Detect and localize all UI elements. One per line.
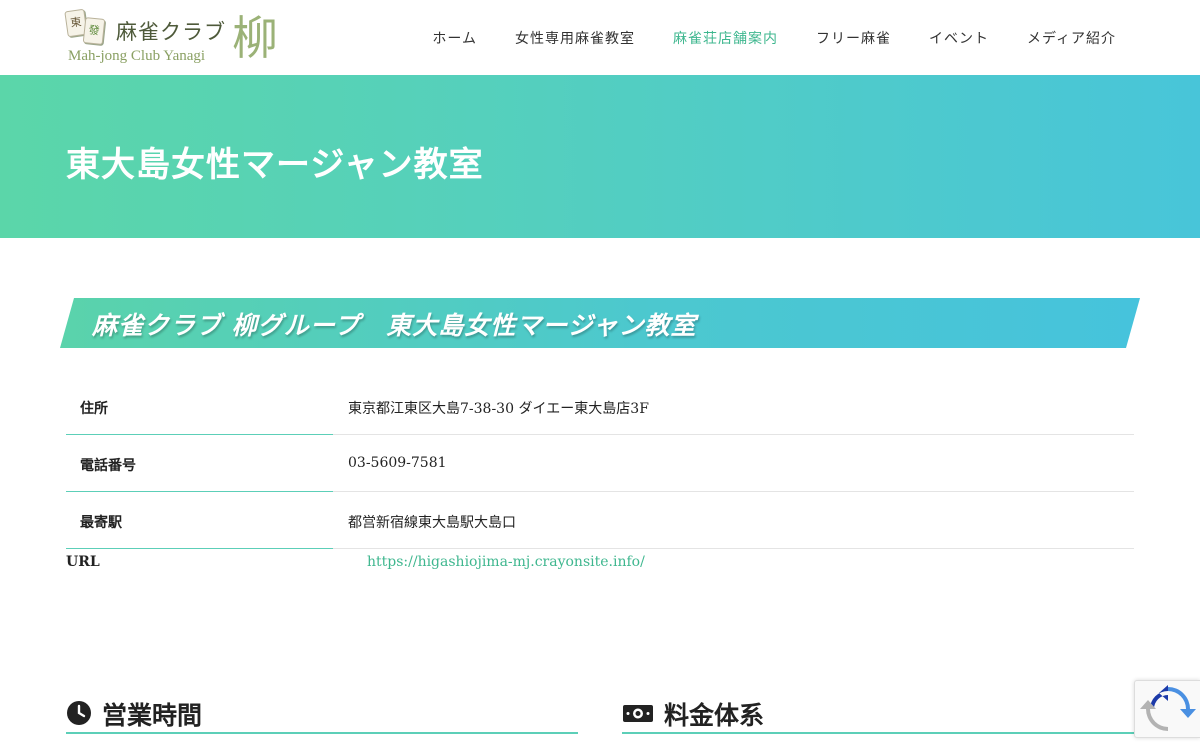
table-row-phone: 電話番号 03-5609-7581: [66, 435, 1134, 492]
main-nav: ホーム 女性専用麻雀教室 麻雀荘店舗案内 フリー麻雀 イベント メディア紹介: [432, 28, 1116, 48]
section-hours: 営業時間: [66, 694, 578, 734]
row-label-cell: 最寄駅: [66, 492, 333, 549]
section-pricing: 料金体系: [622, 694, 1134, 734]
row-value-cell: 都営新宿線東大島駅大島口: [333, 492, 1134, 549]
store-info-table: 住所 東京都江東区大島7-38-30 ダイエー東大島店3F 電話番号 03-56…: [66, 378, 1134, 579]
url-label: URL: [66, 554, 100, 570]
clock-icon: [67, 701, 91, 725]
store-name-banner: 麻雀クラブ 柳グループ 東大島女性マージャン教室: [60, 298, 1140, 348]
station-label: 最寄駅: [80, 515, 122, 531]
row-value-cell: 東京都江東区大島7-38-30 ダイエー東大島店3F: [333, 378, 1134, 435]
logo-title-jp: 麻雀クラブ: [116, 20, 226, 44]
address-value: 東京都江東区大島7-38-30 ダイエー東大島店3F: [348, 401, 649, 417]
mahjong-tiles-icon: 東 發: [64, 8, 112, 50]
tile-green-glyph: 發: [87, 23, 101, 38]
address-label: 住所: [80, 401, 108, 417]
phone-label: 電話番号: [80, 458, 136, 474]
recaptcha-icon: [1140, 685, 1196, 731]
tile-green: 發: [82, 17, 106, 45]
section-hours-title: 営業時間: [102, 701, 203, 730]
nav-womens-class[interactable]: 女性専用麻雀教室: [515, 28, 635, 48]
table-row-url: URL https://higashiojima-mj.crayonsite.i…: [66, 549, 1134, 579]
site-logo[interactable]: 東 發 麻雀クラブ Mah-jong Club Yanagi 柳: [64, 8, 286, 70]
row-label-cell: 電話番号: [66, 435, 333, 492]
row-label-cell: 住所: [66, 378, 333, 435]
nav-events[interactable]: イベント: [929, 28, 989, 48]
logo-title-en: Mah-jong Club Yanagi: [68, 48, 206, 64]
logo-kanji: 柳: [232, 11, 278, 65]
store-name-banner-text: 麻雀クラブ 柳グループ 東大島女性マージャン教室: [92, 311, 697, 340]
store-url-link[interactable]: https://higashiojima-mj.crayonsite.info/: [367, 554, 645, 570]
phone-value: 03-5609-7581: [348, 455, 447, 471]
nav-home[interactable]: ホーム: [432, 28, 477, 48]
site-header: 東 發 麻雀クラブ Mah-jong Club Yanagi 柳 ホーム 女性専…: [0, 0, 1200, 75]
page-title: 東大島女性マージャン教室: [66, 145, 484, 185]
nav-media[interactable]: メディア紹介: [1027, 28, 1116, 48]
row-value-cell: 03-5609-7581: [333, 435, 1134, 492]
station-value: 都営新宿線東大島駅大島口: [348, 515, 516, 531]
section-pricing-title: 料金体系: [664, 701, 765, 730]
hero-banner: 東大島女性マージャン教室: [0, 75, 1200, 238]
nav-free-mahjong[interactable]: フリー麻雀: [816, 28, 891, 48]
money-icon: [623, 705, 653, 722]
nav-store-guide[interactable]: 麻雀荘店舗案内: [673, 28, 778, 48]
table-row-address: 住所 東京都江東区大島7-38-30 ダイエー東大島店3F: [66, 378, 1134, 435]
table-row-station: 最寄駅 都営新宿線東大島駅大島口: [66, 492, 1134, 549]
recaptcha-badge[interactable]: [1134, 680, 1200, 738]
